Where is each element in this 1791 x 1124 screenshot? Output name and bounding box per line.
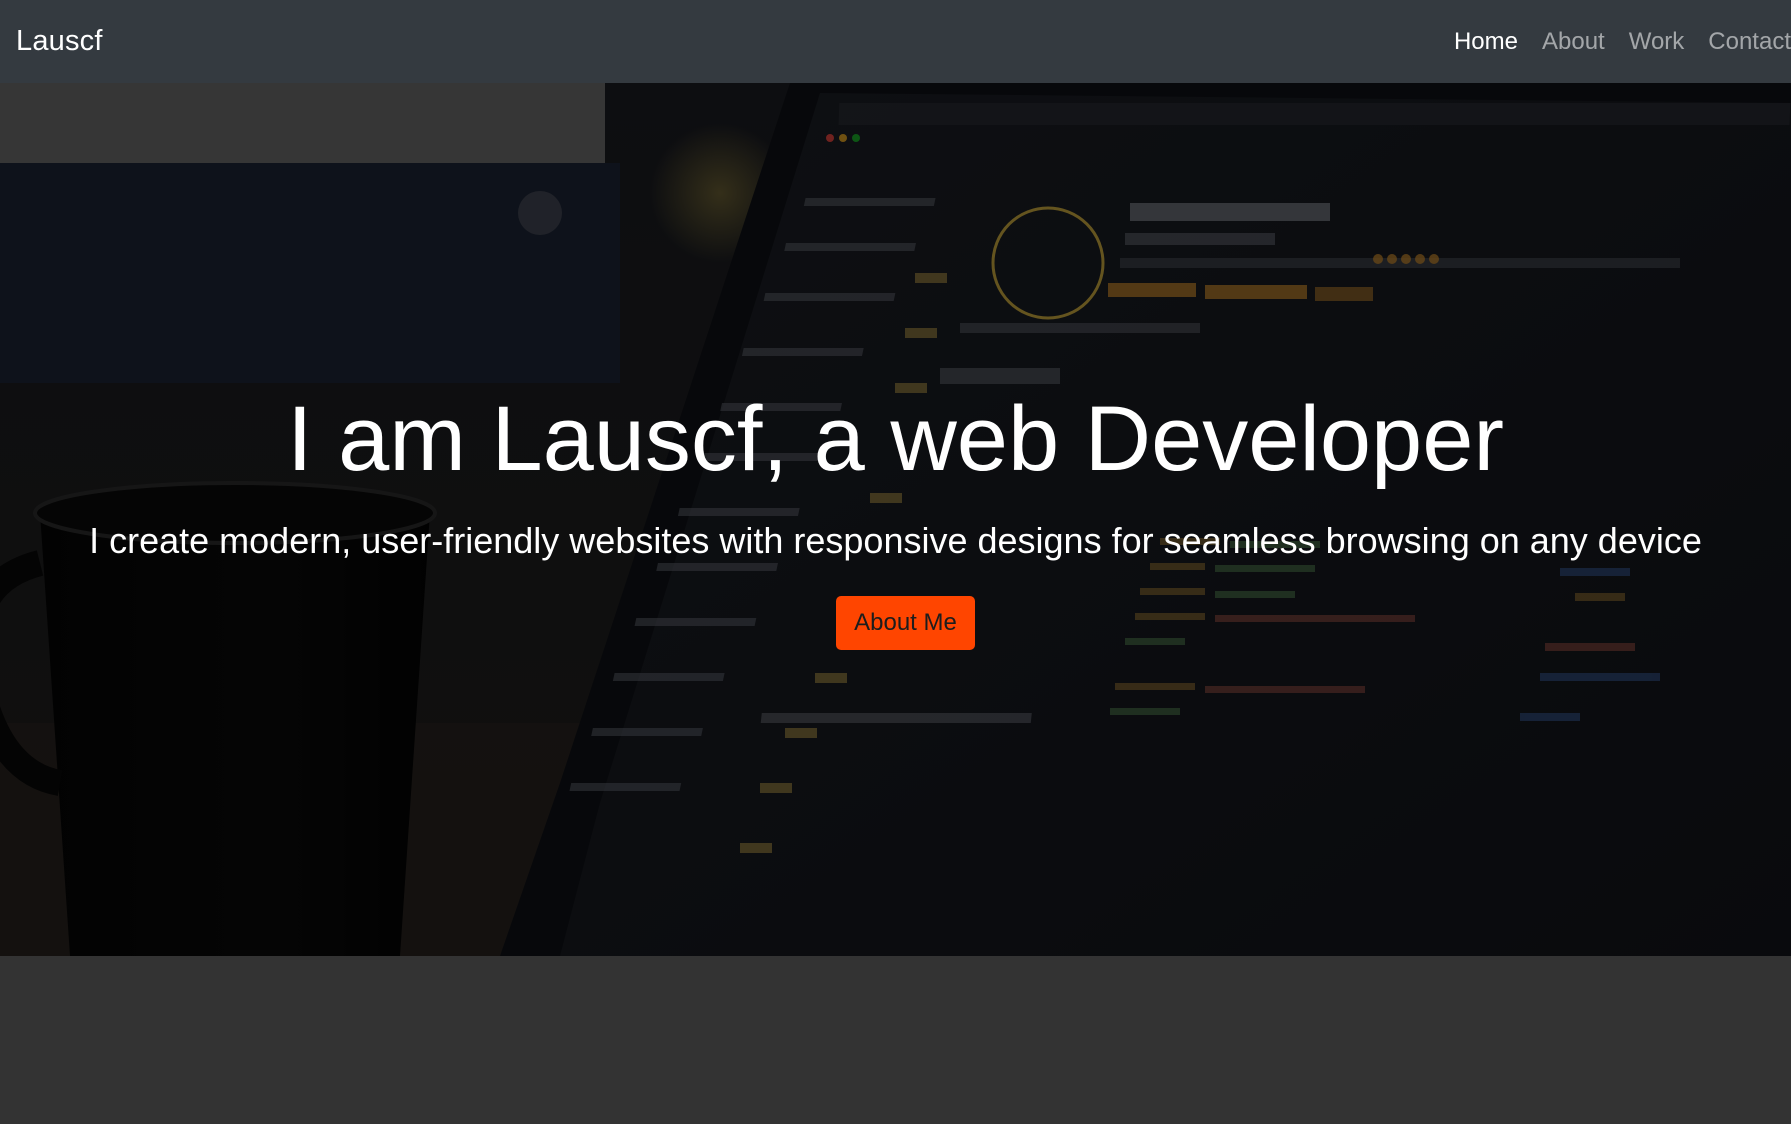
nav-links: Home About Work Contact xyxy=(1430,0,1791,83)
hero-subtitle: I create modern, user-friendly websites … xyxy=(89,520,1702,561)
brand-logo[interactable]: Lauscf xyxy=(16,25,103,58)
hero-title: I am Lauscf, a web Developer xyxy=(286,388,1505,490)
navbar: Lauscf Home About Work Contact xyxy=(0,0,1791,83)
nav-link-home[interactable]: Home xyxy=(1454,0,1518,83)
nav-link-about[interactable]: About xyxy=(1542,0,1605,83)
about-me-button[interactable]: About Me xyxy=(836,596,975,650)
page-bottom-area xyxy=(0,956,1791,1124)
hero-content: I am Lauscf, a web Developer I create mo… xyxy=(0,83,1791,956)
nav-link-contact[interactable]: Contact xyxy=(1708,0,1791,83)
nav-link-work[interactable]: Work xyxy=(1629,0,1685,83)
hero-section: I am Lauscf, a web Developer I create mo… xyxy=(0,83,1791,956)
